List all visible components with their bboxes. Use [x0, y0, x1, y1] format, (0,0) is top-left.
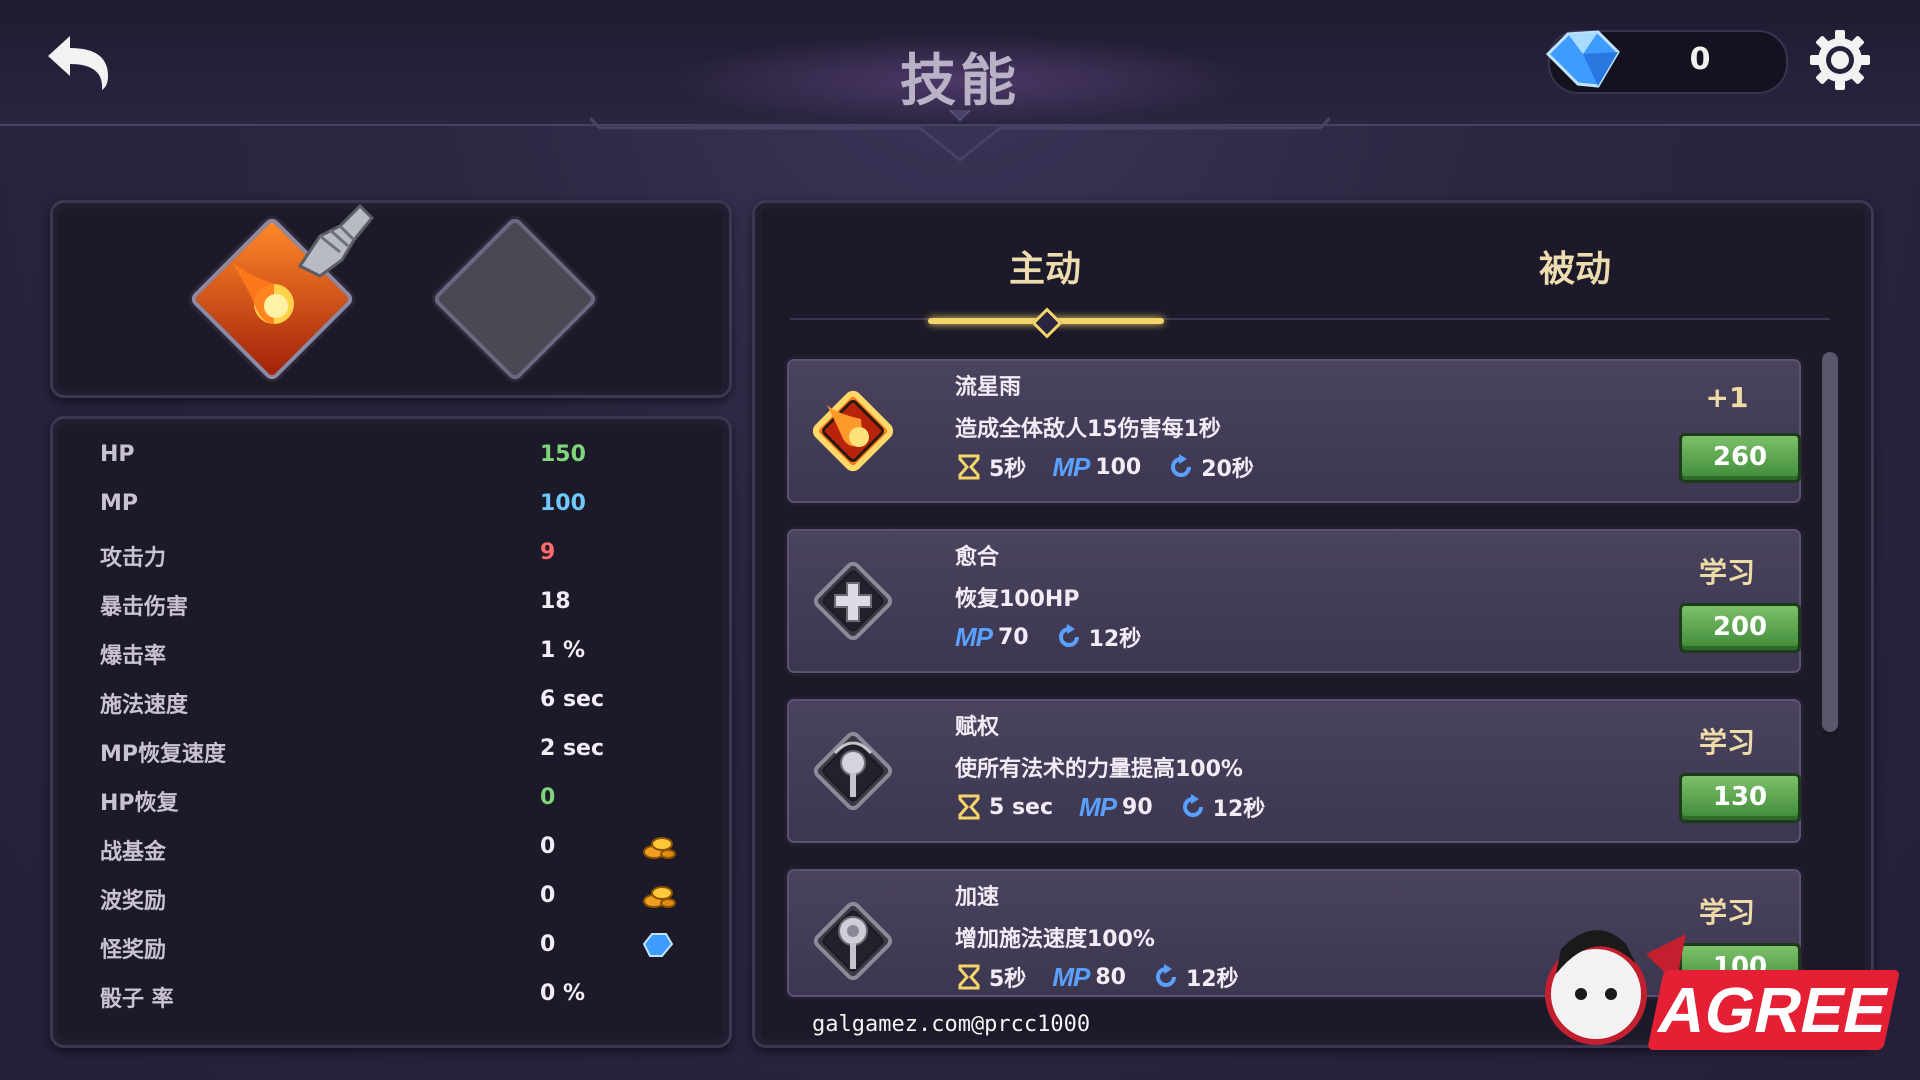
stat-row: 战基金 0	[100, 828, 690, 868]
stat-value: 0	[540, 785, 556, 810]
cast-time: 5 sec	[989, 794, 1054, 820]
watermark-text: galgamez.com@prcc1000	[812, 1012, 1091, 1037]
skill-description: 恢复100HP	[955, 587, 1080, 612]
stat-value: 100	[540, 491, 586, 516]
gear-icon[interactable]	[1808, 28, 1872, 92]
skill-card[interactable]: 愈合恢复100HP MP 70 12秒 学习 200	[784, 526, 1804, 676]
meteor-fireball-icon	[812, 390, 894, 472]
skill-name: 流星雨	[955, 375, 1022, 400]
equipped-skills-panel	[50, 200, 732, 398]
cast-time: 5秒	[989, 967, 1027, 992]
stat-label: HP	[100, 442, 135, 467]
skill-meta: 5秒 MP 80 12秒	[955, 959, 1239, 995]
skill-action-label: 学习	[1698, 556, 1755, 589]
stat-row: MP恢复速度 2 sec	[100, 730, 690, 770]
stat-row: 骰子 率 0 %	[100, 975, 690, 1015]
cooldown-time: 20秒	[1201, 457, 1254, 482]
tab-passive[interactable]: 被动	[1425, 240, 1725, 300]
skill-price-button[interactable]: 130	[1679, 773, 1801, 823]
stat-row: HP 150	[100, 436, 690, 476]
stat-row: MP 100	[100, 485, 690, 525]
mp-tag: MP	[955, 621, 993, 652]
blue-gem-icon	[1545, 30, 1620, 88]
gauntlet-icon	[297, 203, 375, 278]
haste-staff-icon	[813, 901, 893, 981]
stat-label: 波奖励	[100, 889, 167, 914]
skill-name: 赋权	[955, 715, 1000, 740]
healing-cross-icon	[813, 561, 893, 641]
mp-tag: MP	[1052, 961, 1090, 992]
hourglass-icon	[958, 794, 980, 820]
stat-value: 150	[540, 442, 586, 467]
stat-value: 1 %	[540, 638, 586, 663]
tab-active[interactable]: 主动	[895, 240, 1195, 300]
mp-cost: 80	[1095, 964, 1126, 990]
stat-label: 骰子 率	[100, 987, 174, 1012]
skill-meta: 5秒 MP 100 20秒	[955, 449, 1254, 485]
skill-name: 加速	[955, 885, 1000, 910]
mp-cost: 70	[998, 624, 1029, 650]
skill-description: 造成全体敌人15伤害每1秒	[955, 417, 1221, 442]
stat-row: 波奖励 0	[100, 877, 690, 917]
stat-label: 怪奖励	[100, 938, 167, 963]
skill-description: 使所有法术的力量提高100%	[955, 757, 1243, 782]
cooldown-icon	[1058, 624, 1079, 647]
skill-price-button[interactable]: 260	[1679, 433, 1801, 483]
stat-label: MP恢复速度	[100, 742, 227, 767]
skill-description: 增加施法速度100%	[955, 927, 1155, 952]
mp-tag: MP	[1079, 791, 1117, 822]
cooldown-icon	[1171, 454, 1192, 477]
gem-count: 0	[1689, 42, 1711, 77]
page-title: 技能	[900, 49, 1020, 114]
title-ornament	[590, 110, 1330, 162]
mp-tag: MP	[1052, 451, 1090, 482]
skill-card[interactable]: 赋权使所有法术的力量提高100% 5 sec MP 90 12秒 学习 130	[784, 696, 1804, 846]
empower-staff-icon	[813, 731, 893, 811]
cooldown-icon	[1182, 794, 1203, 817]
stat-label: 攻击力	[100, 546, 167, 571]
cooldown-time: 12秒	[1212, 797, 1266, 822]
stat-label: 暴击伤害	[100, 595, 189, 620]
stat-row: 施法速度 6 sec	[100, 681, 690, 721]
skill-meta: 5 sec MP 90 12秒	[955, 789, 1265, 825]
cooldown-icon	[1155, 964, 1176, 987]
cooldown-time: 12秒	[1088, 627, 1142, 652]
svg-text:AGREE: AGREE	[1652, 974, 1895, 1046]
stat-value: 6 sec	[540, 687, 605, 712]
hourglass-icon	[958, 964, 980, 990]
stat-row: HP恢复 0	[100, 779, 690, 819]
stat-label: HP恢复	[100, 791, 179, 816]
skill-name: 愈合	[955, 545, 1000, 570]
cast-time: 5秒	[989, 457, 1027, 482]
agree-logo: AGREE	[1545, 930, 1899, 1050]
stat-value: 0 %	[540, 981, 586, 1006]
stat-value: 2 sec	[540, 736, 605, 761]
skill-price-button[interactable]: 200	[1679, 603, 1801, 653]
skill-card[interactable]: 流星雨造成全体敌人15伤害每1秒 5秒 MP 100 20秒 +1 260	[784, 356, 1804, 506]
stat-label: MP	[100, 491, 139, 516]
back-arrow-icon[interactable]	[40, 30, 120, 94]
mp-cost: 100	[1095, 454, 1142, 480]
blue-gem-icon	[642, 933, 674, 957]
stat-label: 爆击率	[100, 644, 167, 669]
hourglass-icon	[958, 454, 980, 480]
stat-row: 爆击率 1 %	[100, 632, 690, 672]
stat-row: 怪奖励 0	[100, 926, 690, 966]
stat-label: 施法速度	[100, 693, 189, 718]
stat-label: 战基金	[100, 840, 167, 865]
stat-row: 暴击伤害 18	[100, 583, 690, 623]
stat-row: 攻击力 9	[100, 534, 690, 574]
stat-value: 18	[540, 589, 571, 614]
gold-coins-icon	[643, 837, 676, 859]
scrollbar-thumb[interactable]	[1822, 352, 1838, 732]
skill-action-label: 学习	[1698, 726, 1755, 759]
cooldown-time: 12秒	[1185, 967, 1239, 992]
mp-cost: 90	[1122, 794, 1153, 820]
stat-value: 9	[540, 540, 556, 565]
skill-meta: MP 70 12秒	[955, 619, 1141, 655]
skill-action-label: +1	[1705, 381, 1749, 414]
gold-coins-icon	[643, 886, 676, 908]
